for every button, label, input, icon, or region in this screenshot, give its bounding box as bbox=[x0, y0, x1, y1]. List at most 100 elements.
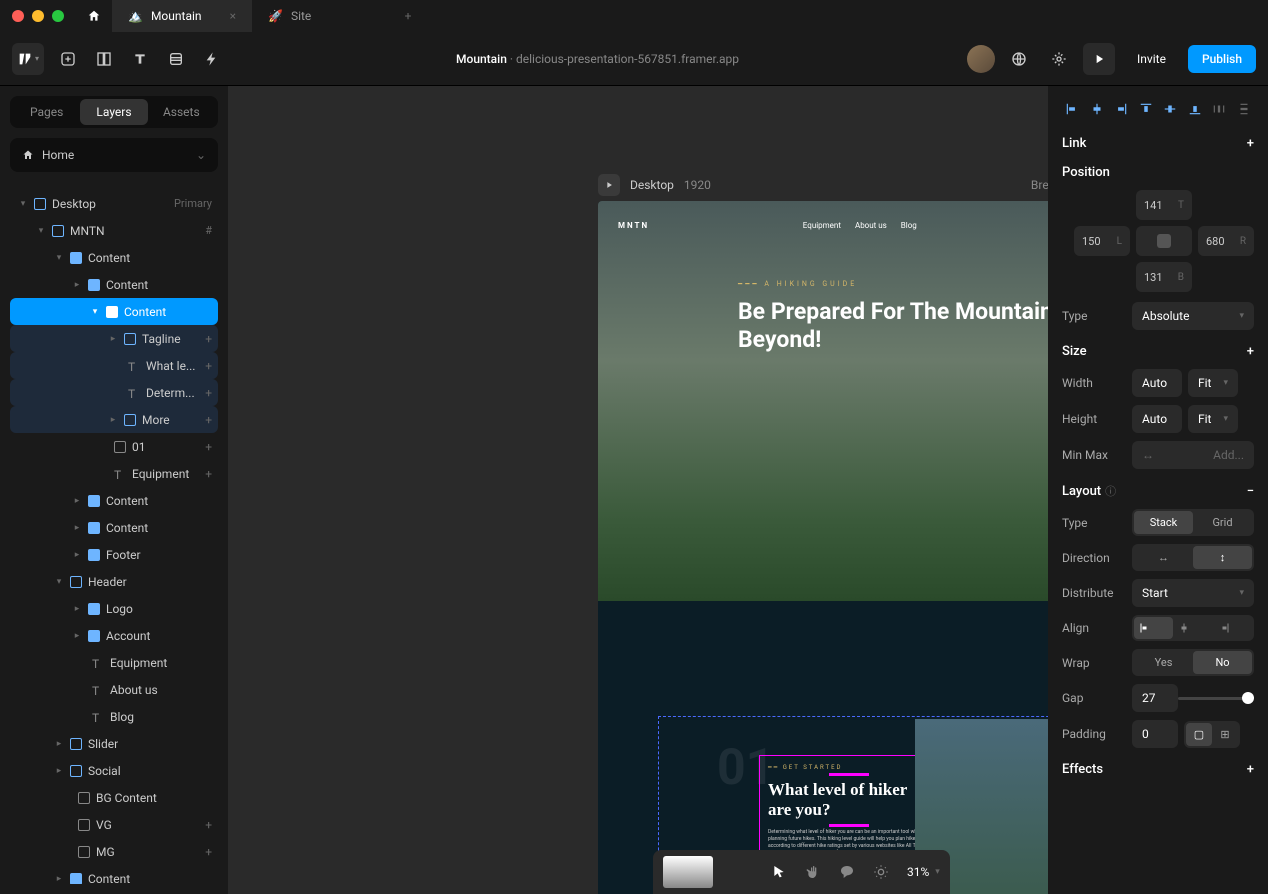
close-window-icon[interactable] bbox=[12, 10, 24, 22]
collapse-layout-button[interactable]: − bbox=[1247, 484, 1254, 499]
layer-content-1[interactable]: ▾Content bbox=[10, 244, 218, 271]
close-tab-icon[interactable]: × bbox=[230, 9, 236, 23]
settings-button[interactable] bbox=[1043, 43, 1075, 75]
actions-button[interactable] bbox=[196, 43, 228, 75]
position-top-input[interactable]: 141T bbox=[1136, 190, 1192, 220]
layer-footer[interactable]: ▸Footer bbox=[10, 541, 218, 568]
layer-content-2[interactable]: ▸Content bbox=[10, 271, 218, 298]
direction-vertical[interactable]: ↕ bbox=[1193, 546, 1252, 569]
comment-tool[interactable] bbox=[839, 864, 855, 880]
direction-horizontal[interactable]: ↔ bbox=[1134, 546, 1193, 569]
plus-icon[interactable]: + bbox=[205, 332, 212, 346]
align-center[interactable] bbox=[1173, 617, 1212, 639]
tab-assets[interactable]: Assets bbox=[148, 99, 215, 125]
layer-nav-about[interactable]: TAbout us bbox=[10, 676, 218, 703]
theme-tool[interactable] bbox=[873, 864, 889, 880]
artboard[interactable]: MNTN Equipment About us Blog 👤 Account ━… bbox=[598, 201, 1048, 894]
preview-button[interactable] bbox=[1083, 43, 1115, 75]
height-mode-select[interactable]: Fit▾ bbox=[1188, 405, 1238, 433]
layer-social[interactable]: ▸Social bbox=[10, 757, 218, 784]
layer-bg-content[interactable]: BG Content bbox=[10, 784, 218, 811]
layer-account[interactable]: ▸Account bbox=[10, 622, 218, 649]
distribute-v-icon[interactable] bbox=[1234, 96, 1255, 122]
align-end[interactable] bbox=[1213, 617, 1252, 639]
play-icon[interactable] bbox=[598, 174, 620, 196]
zoom-select[interactable]: 31%▾ bbox=[907, 865, 940, 879]
position-type-select[interactable]: Absolute▾ bbox=[1132, 302, 1254, 330]
layer-desktop[interactable]: ▾DesktopPrimary bbox=[10, 190, 218, 217]
align-center-v-icon[interactable] bbox=[1160, 96, 1181, 122]
cursor-tool[interactable] bbox=[771, 864, 787, 880]
align-right-icon[interactable] bbox=[1111, 96, 1132, 122]
layout-button[interactable] bbox=[88, 43, 120, 75]
layer-what-level[interactable]: TWhat le...+ bbox=[10, 352, 218, 379]
gap-input[interactable] bbox=[1132, 684, 1178, 712]
tab-site[interactable]: 🚀 Site bbox=[252, 0, 392, 32]
publish-button[interactable]: Publish bbox=[1188, 45, 1256, 73]
plus-icon[interactable]: + bbox=[205, 440, 212, 454]
align-left-icon[interactable] bbox=[1062, 96, 1083, 122]
layer-logo[interactable]: ▸Logo bbox=[10, 595, 218, 622]
maximize-window-icon[interactable] bbox=[52, 10, 64, 22]
new-tab-button[interactable]: + bbox=[392, 9, 424, 23]
layer-01[interactable]: 01+ bbox=[10, 433, 218, 460]
wrap-no[interactable]: No bbox=[1193, 651, 1252, 674]
align-start[interactable] bbox=[1134, 617, 1173, 639]
align-bottom-icon[interactable] bbox=[1185, 96, 1206, 122]
tab-mountain[interactable]: 🏔️ Mountain × bbox=[112, 0, 252, 32]
layer-content-4[interactable]: ▸Content bbox=[10, 514, 218, 541]
width-mode-select[interactable]: Fit▾ bbox=[1188, 369, 1238, 397]
cms-button[interactable] bbox=[160, 43, 192, 75]
add-link-button[interactable]: + bbox=[1247, 136, 1254, 151]
plus-icon[interactable]: + bbox=[205, 413, 212, 427]
info-icon[interactable]: ⓘ bbox=[1105, 485, 1116, 498]
plus-icon[interactable]: + bbox=[205, 818, 212, 832]
align-center-h-icon[interactable] bbox=[1087, 96, 1108, 122]
grid-button[interactable]: Grid bbox=[1193, 511, 1252, 534]
page-select[interactable]: Home ⌄ bbox=[10, 138, 218, 172]
distribute-select[interactable]: Start▾ bbox=[1132, 579, 1254, 607]
text-button[interactable] bbox=[124, 43, 156, 75]
layer-equipment[interactable]: TEquipment+ bbox=[10, 460, 218, 487]
hand-tool[interactable] bbox=[805, 864, 821, 880]
padding-uniform[interactable]: ▢ bbox=[1186, 723, 1212, 746]
layer-more[interactable]: ▸More+ bbox=[10, 406, 218, 433]
distribute-h-icon[interactable] bbox=[1209, 96, 1230, 122]
layer-determ[interactable]: TDeterm...+ bbox=[10, 379, 218, 406]
layer-content-5[interactable]: ▸Content bbox=[10, 865, 218, 884]
padding-input[interactable] bbox=[1132, 720, 1178, 748]
position-bottom-input[interactable]: 131B bbox=[1136, 262, 1192, 292]
invite-button[interactable]: Invite bbox=[1123, 46, 1180, 72]
layer-slider[interactable]: ▸Slider bbox=[10, 730, 218, 757]
padding-separate[interactable]: ⊞ bbox=[1212, 723, 1238, 746]
user-avatar[interactable] bbox=[967, 45, 995, 73]
minimize-window-icon[interactable] bbox=[32, 10, 44, 22]
wrap-yes[interactable]: Yes bbox=[1134, 651, 1193, 674]
layer-nav-blog[interactable]: TBlog bbox=[10, 703, 218, 730]
plus-icon[interactable]: + bbox=[205, 467, 212, 481]
stack-button[interactable]: Stack bbox=[1134, 511, 1193, 534]
insert-button[interactable] bbox=[52, 43, 84, 75]
minmax-input[interactable]: ↔Add... bbox=[1132, 441, 1254, 469]
tab-pages[interactable]: Pages bbox=[13, 99, 80, 125]
tab-layers[interactable]: Layers bbox=[80, 99, 147, 125]
app-menu-button[interactable]: ▾ bbox=[12, 43, 44, 75]
layer-tagline[interactable]: ▸Tagline+ bbox=[10, 325, 218, 352]
plus-icon[interactable]: + bbox=[205, 845, 212, 859]
home-button[interactable] bbox=[76, 0, 112, 32]
height-input[interactable] bbox=[1132, 405, 1182, 433]
gap-slider[interactable] bbox=[1178, 697, 1254, 700]
width-input[interactable] bbox=[1132, 369, 1182, 397]
position-right-input[interactable]: 680R bbox=[1198, 226, 1254, 256]
position-left-input[interactable]: 150L bbox=[1074, 226, 1130, 256]
layer-content-3[interactable]: ▸Content bbox=[10, 487, 218, 514]
align-top-icon[interactable] bbox=[1136, 96, 1157, 122]
layer-mg[interactable]: MG+ bbox=[10, 838, 218, 865]
layer-header[interactable]: ▾Header bbox=[10, 568, 218, 595]
layer-content-selected[interactable]: ▾Content bbox=[10, 298, 218, 325]
layer-mntn[interactable]: ▾MNTN# bbox=[10, 217, 218, 244]
position-anchor[interactable] bbox=[1136, 226, 1192, 256]
plus-icon[interactable]: + bbox=[205, 386, 212, 400]
plus-icon[interactable]: + bbox=[205, 359, 212, 373]
layer-nav-equipment[interactable]: TEquipment bbox=[10, 649, 218, 676]
